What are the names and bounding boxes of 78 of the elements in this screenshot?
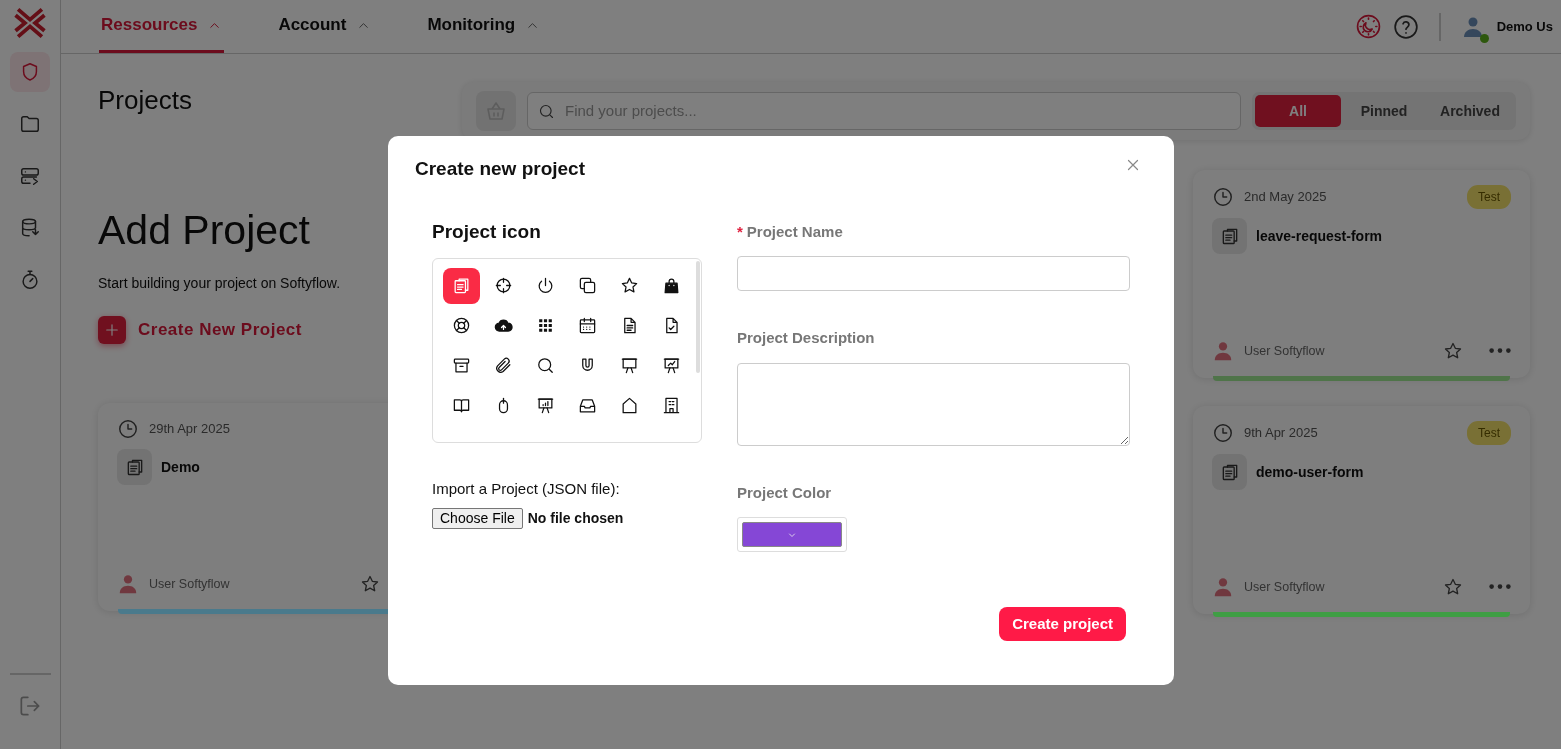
- more-icon: [1489, 348, 1511, 354]
- nav-tab[interactable]: Ressources: [99, 0, 225, 53]
- tag-label: Test: [1467, 421, 1511, 445]
- more-options-button[interactable]: [1489, 584, 1511, 590]
- crosshair-icon: [494, 276, 513, 296]
- copy-icon: [578, 276, 597, 296]
- owner-name: User Softyflow: [1244, 578, 1325, 596]
- project-card[interactable]: 9th Apr 2025 Test demo-user-form User Softyflow: [1193, 406, 1530, 614]
- clock-icon: [117, 418, 139, 440]
- database-icon: [19, 217, 41, 239]
- stopwatch-icon: [19, 269, 41, 291]
- import-label: Import a Project (JSON file):: [432, 478, 621, 499]
- project-name[interactable]: demo-user-form: [1256, 461, 1364, 483]
- choose-file-button[interactable]: Choose File: [432, 508, 523, 530]
- folder-icon: [19, 113, 41, 135]
- power-icon: [536, 276, 555, 296]
- more-icon: [1489, 584, 1511, 590]
- user-icon: [117, 573, 139, 595]
- paperclip-icon: [494, 356, 513, 376]
- tag-label: Test: [1467, 185, 1511, 209]
- section-heading: Project icon: [432, 220, 542, 244]
- description-field[interactable]: [737, 362, 1130, 446]
- logo-icon[interactable]: [13, 6, 47, 40]
- scrollbar-thumb[interactable]: [696, 260, 700, 373]
- card-date: 2nd May 2025: [1244, 188, 1327, 207]
- field-label: Project Description: [737, 329, 875, 347]
- user-icon: [1212, 340, 1234, 362]
- create-project-button[interactable]: Create project: [999, 607, 1126, 641]
- pin-star-button[interactable]: [1443, 341, 1463, 361]
- pin-star-button[interactable]: [1443, 577, 1463, 597]
- more-options-button[interactable]: [1489, 348, 1511, 354]
- shopping-bag-icon: [662, 276, 681, 296]
- project-name[interactable]: leave-request-form: [1256, 225, 1383, 247]
- help-button[interactable]: [1392, 13, 1419, 40]
- star-icon: [1443, 577, 1463, 597]
- owner-name: User Softyflow: [1244, 342, 1325, 360]
- star-icon: [360, 574, 380, 594]
- help-icon: [1392, 13, 1419, 40]
- section-description: Start building your project on Softyflow.: [98, 274, 342, 294]
- easel-bar-chart-icon: [536, 396, 555, 416]
- filter-tab[interactable]: Archived: [1427, 95, 1513, 127]
- easel-icon: [620, 356, 639, 376]
- required-mark: *: [737, 222, 743, 240]
- user-icon: [1212, 576, 1234, 598]
- pin-star-button[interactable]: [360, 574, 380, 594]
- project-name-field[interactable]: [737, 256, 1130, 292]
- nav-tab[interactable]: Account: [276, 0, 374, 53]
- search-icon: [538, 102, 555, 120]
- project-name[interactable]: Demo: [161, 456, 200, 478]
- sidebar-nav-item[interactable]: [10, 52, 50, 92]
- clock-icon: [1212, 422, 1234, 444]
- owner-name: User Softyflow: [149, 575, 230, 593]
- field-label: Project Name: [746, 222, 843, 240]
- card-date: 9th Apr 2025: [1244, 424, 1318, 443]
- house-icon: [620, 396, 639, 416]
- user-name[interactable]: Demo Us: [1496, 16, 1553, 37]
- moon-icon: [1355, 14, 1381, 39]
- search-icon: [536, 356, 555, 376]
- filter-tab[interactable]: Pinned: [1341, 95, 1427, 127]
- filter-tab[interactable]: All: [1255, 95, 1341, 127]
- modal-title: Create new project: [415, 158, 585, 181]
- project-card[interactable]: 2nd May 2025 Test leave-request-form User Softyflow: [1193, 170, 1530, 378]
- page-title: Projects: [98, 84, 193, 117]
- server-icon: [19, 165, 41, 187]
- lifebuoy-icon: [452, 316, 471, 336]
- section-heading: Add Project: [98, 206, 311, 255]
- field-label: Project Color: [737, 483, 832, 501]
- calendar-icon: [578, 316, 597, 336]
- documents-icon: [452, 276, 471, 296]
- create-project-link[interactable]: Create New Project: [98, 316, 302, 345]
- star-icon: [1443, 341, 1463, 361]
- easel-chart-icon: [662, 356, 681, 376]
- clock-icon: [1212, 186, 1234, 208]
- building-icon: [662, 396, 681, 416]
- card-date: 29th Apr 2025: [149, 420, 230, 439]
- file-status: No file chosen: [527, 509, 624, 529]
- nav-tab[interactable]: Monitoring: [425, 0, 543, 53]
- theme-toggle-button[interactable]: [1355, 14, 1381, 39]
